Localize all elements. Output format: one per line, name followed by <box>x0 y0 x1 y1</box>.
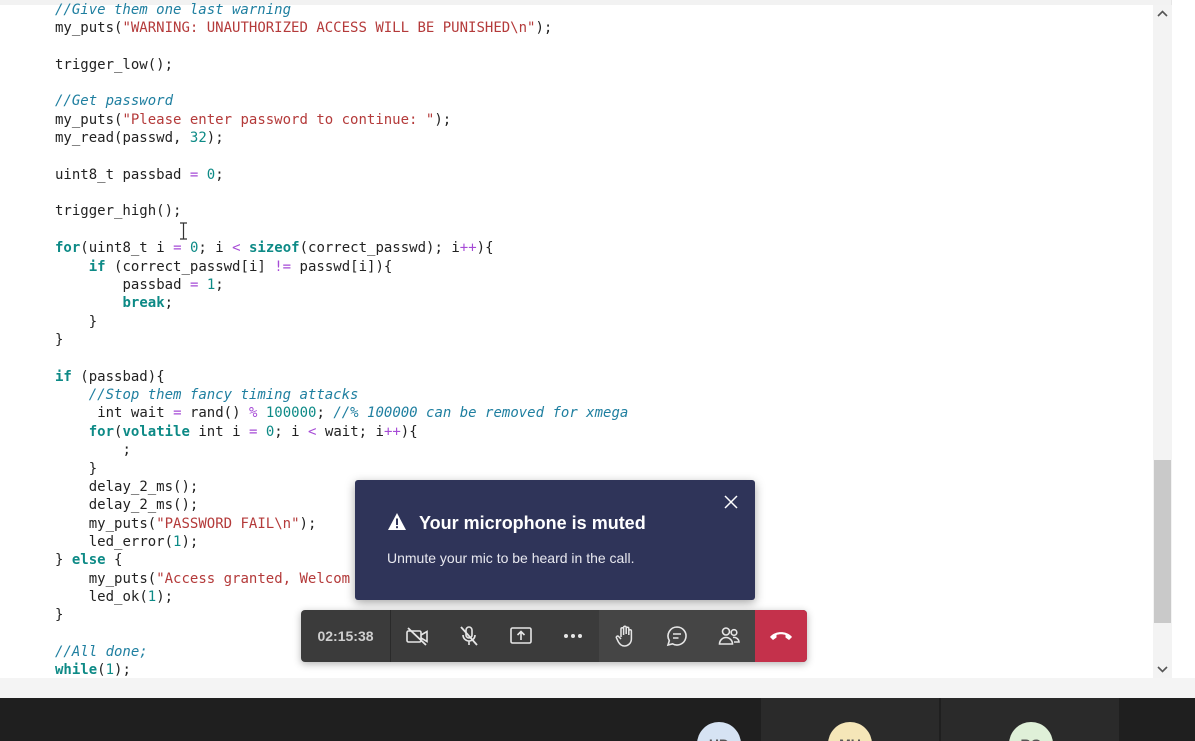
text-cursor-icon <box>180 222 187 240</box>
participants-button[interactable] <box>703 610 755 662</box>
code-line: my_puts("WARNING: UNAUTHORIZED ACCESS WI… <box>55 20 553 36</box>
more-actions-button[interactable] <box>547 610 599 662</box>
code-line: for(uint8_t i = 0; i < sizeof(correct_pa… <box>55 240 494 256</box>
avatar-initials: MU <box>839 736 861 741</box>
mic-toggle-button[interactable] <box>443 610 495 662</box>
notification-title: Your microphone is muted <box>419 513 646 533</box>
mic-off-icon <box>460 626 478 646</box>
call-control-bar: 02:15:38 <box>301 610 807 662</box>
avatar[interactable]: HD <box>697 722 741 741</box>
code-line: } else { <box>55 552 123 568</box>
avatar-initials: RG <box>1021 736 1042 741</box>
code-line: for(volatile int i = 0; i < wait; i++){ <box>88 424 418 440</box>
editor-bottom-strip <box>0 678 1195 698</box>
code-line: if (passbad){ <box>55 369 165 385</box>
code-line: } <box>88 314 98 330</box>
code-line: } <box>88 461 98 477</box>
code-line: //Get password <box>55 93 174 109</box>
code-line: int wait = rand() % 100000; //% 100000 c… <box>97 405 629 421</box>
camera-off-icon <box>406 627 428 646</box>
code-line: //Stop them fancy timing attacks <box>88 387 359 403</box>
people-icon <box>718 627 740 645</box>
code-line: led_error(1); <box>88 534 199 550</box>
raise-hand-icon <box>615 625 633 647</box>
code-line: delay_2_ms(); <box>88 479 199 495</box>
collaboration-controls <box>599 610 755 662</box>
share-screen-icon <box>510 627 532 644</box>
code-line: delay_2_ms(); <box>88 497 199 513</box>
close-icon[interactable] <box>723 494 739 510</box>
code-line: } <box>55 332 64 348</box>
notification-message: Unmute your mic to be heard in the call. <box>387 550 635 566</box>
code-line: my_puts("Access granted, Welcom <box>88 571 351 587</box>
warning-icon <box>388 513 406 530</box>
scrollbar-thumb[interactable] <box>1154 460 1171 623</box>
code-line: trigger_high(); <box>55 203 182 219</box>
code-line: } <box>55 607 64 623</box>
code-line: led_ok(1); <box>88 589 174 605</box>
code-line: if (correct_passwd[i] != passwd[i]){ <box>88 259 393 275</box>
hang-up-button[interactable] <box>755 610 807 662</box>
code-line: trigger_low(); <box>55 57 174 73</box>
code-line: ; <box>122 442 131 458</box>
mic-muted-notification: Your microphone is muted Unmute your mic… <box>355 480 755 600</box>
code-line: my_puts("Please enter password to contin… <box>55 112 452 128</box>
code-line: break; <box>122 295 174 311</box>
code-line: uint8_t passbad = 0; <box>55 167 224 183</box>
code-line: my_puts("PASSWORD FAIL\n"); <box>88 516 317 532</box>
more-options-icon <box>564 634 582 638</box>
code-line: while(1); <box>55 662 131 678</box>
code-line: passbad = 1; <box>122 277 224 293</box>
chat-button[interactable] <box>651 610 703 662</box>
participant-strip: HD MU RG <box>0 698 1195 741</box>
scroll-down-arrow-icon[interactable] <box>1153 660 1172 678</box>
avatar-initials: HD <box>709 736 729 741</box>
code-line: //Give them one last warning <box>55 2 292 18</box>
scroll-up-arrow-icon[interactable] <box>1153 5 1172 23</box>
raise-hand-button[interactable] <box>599 610 651 662</box>
vertical-scrollbar[interactable] <box>1153 5 1172 678</box>
call-timer: 02:15:38 <box>317 628 374 644</box>
code-line: my_read(passwd, 32); <box>55 130 224 146</box>
chat-icon <box>666 626 687 647</box>
camera-toggle-button[interactable] <box>391 610 443 662</box>
media-controls <box>391 610 599 662</box>
code-line: //All done; <box>55 644 148 660</box>
share-screen-button[interactable] <box>495 610 547 662</box>
hang-up-icon <box>770 632 792 640</box>
